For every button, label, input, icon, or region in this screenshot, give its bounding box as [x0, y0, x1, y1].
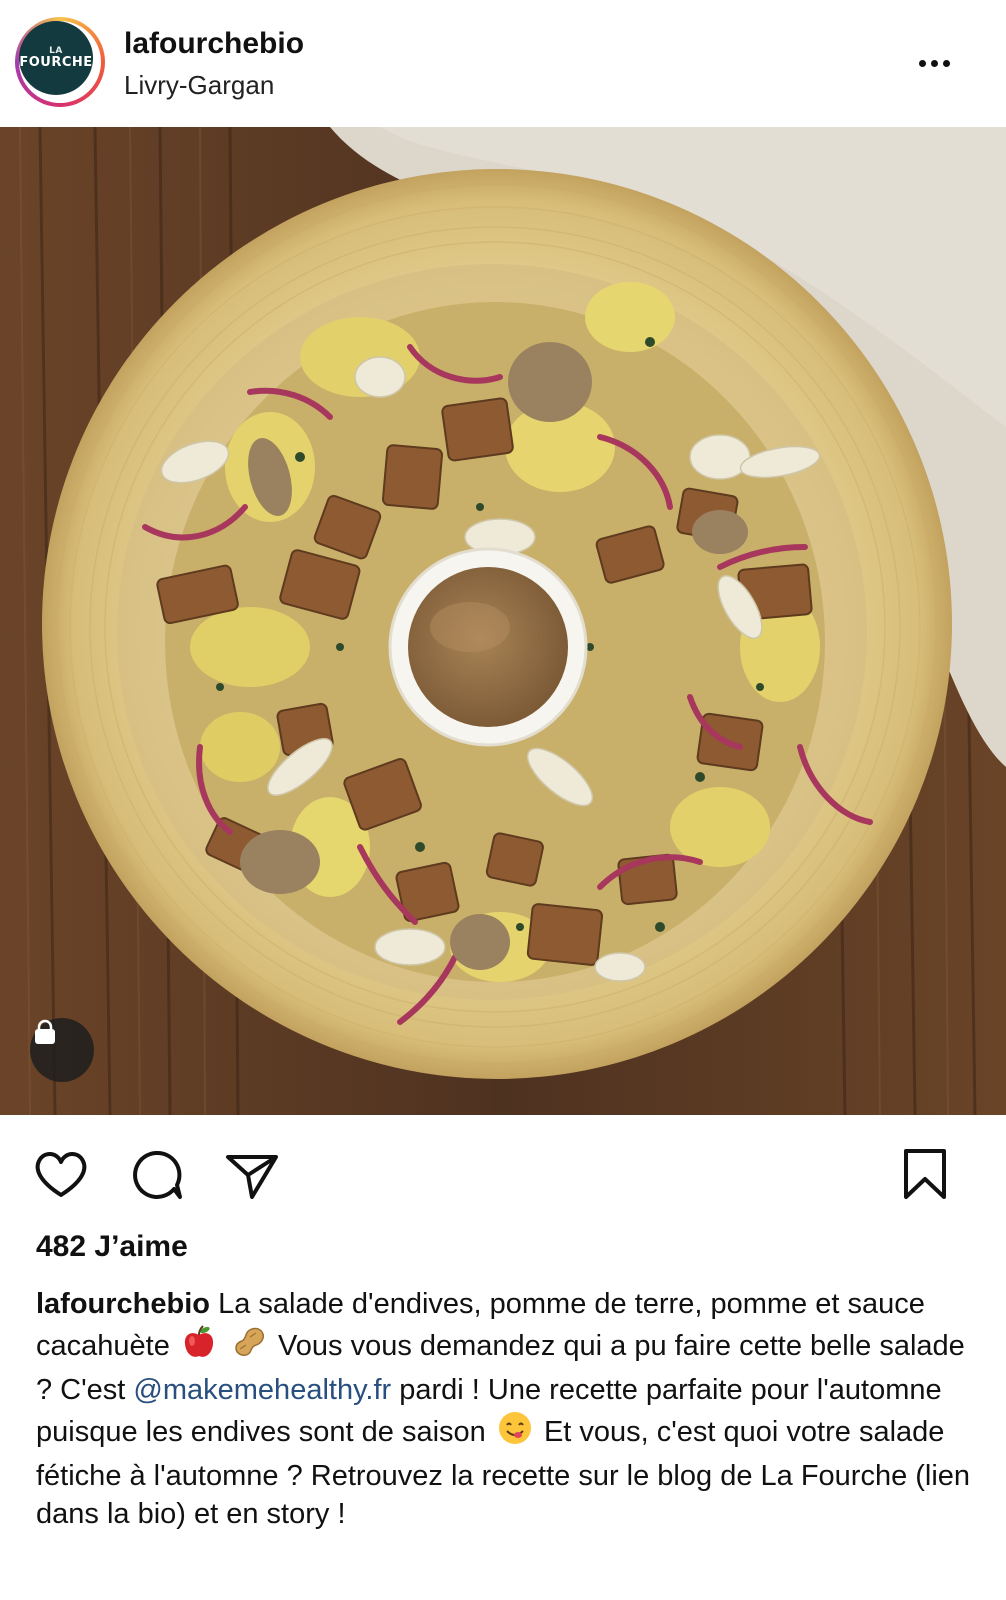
post-username[interactable]: lafourchebio	[124, 27, 304, 61]
send-icon[interactable]	[222, 1145, 282, 1205]
red-apple-emoji	[180, 1323, 218, 1371]
bookmark-icon[interactable]	[896, 1145, 956, 1205]
yum-face-emoji	[496, 1409, 534, 1457]
avatar-logo: LA FOURCHE	[19, 21, 93, 95]
caption-mention-link[interactable]: @makemehealthy.fr	[133, 1374, 391, 1406]
heart-icon[interactable]	[31, 1145, 91, 1205]
post-image[interactable]	[0, 127, 1006, 1115]
peanut-emoji	[230, 1323, 268, 1371]
caption-username[interactable]: lafourchebio	[36, 1288, 210, 1320]
post-header: LA FOURCHE lafourchebio Livry-Gargan	[0, 0, 1006, 127]
likes-count[interactable]: 482 J’aime	[36, 1230, 188, 1264]
shopping-bag-icon[interactable]	[30, 1018, 94, 1082]
avatar[interactable]: LA FOURCHE	[15, 17, 105, 107]
comment-icon[interactable]	[126, 1145, 186, 1205]
post-caption: lafourchebio La salade d'endives, pomme …	[36, 1285, 976, 1533]
post-location[interactable]: Livry-Gargan	[124, 70, 274, 101]
more-options-icon[interactable]	[910, 48, 958, 78]
salad-photo	[0, 127, 1006, 1115]
